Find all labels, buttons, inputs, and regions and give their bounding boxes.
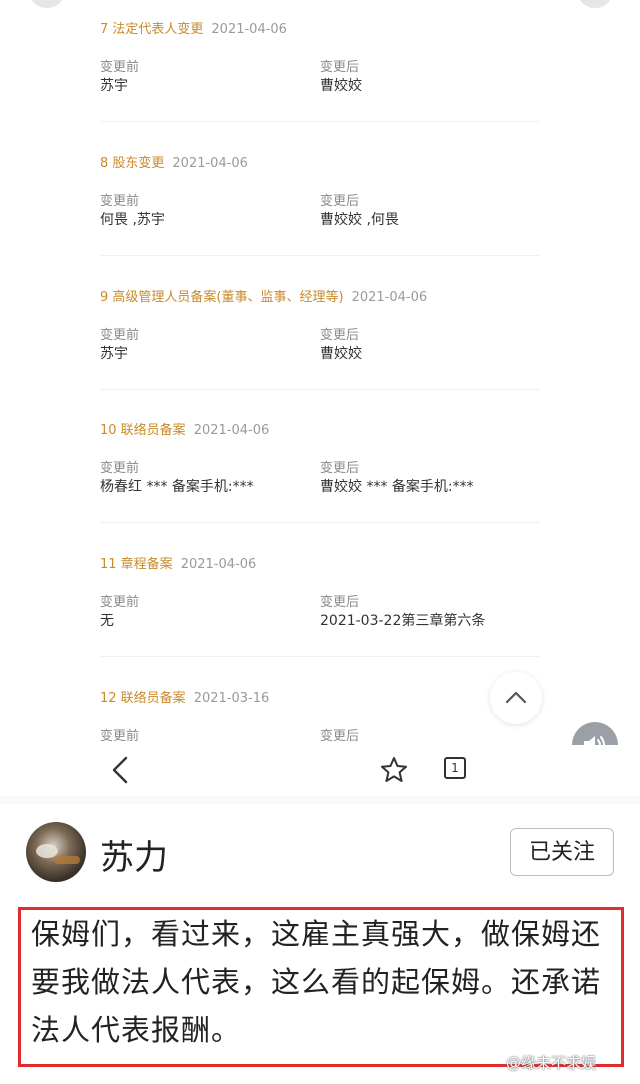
before-value: 苏宇 [100, 78, 128, 94]
before-value: 杨春红 *** 备案手机:*** [100, 479, 254, 495]
after-label: 变更后 [320, 595, 360, 610]
before-label: 变更前 [100, 595, 140, 610]
before-value: 何畏 ,苏宇 [100, 212, 165, 228]
record-date: 2021-04-06 [193, 423, 270, 438]
after-label: 变更后 [320, 60, 360, 75]
before-label: 变更前 [100, 729, 140, 744]
before-label: 变更前 [100, 461, 140, 476]
tabs-count-button[interactable]: 1 [444, 757, 466, 779]
after-label: 变更后 [320, 328, 360, 343]
username[interactable]: 苏力 [100, 830, 168, 879]
record-title: 12 联络员备案 [100, 691, 186, 706]
back-button[interactable] [108, 753, 134, 787]
record-divider [100, 121, 540, 122]
record-title: 10 联络员备案 [100, 423, 186, 438]
record-divider [100, 255, 540, 256]
record-title: 7 法定代表人变更 [100, 22, 204, 37]
record-title: 8 股东变更 [100, 156, 165, 171]
record-divider [100, 389, 540, 390]
post-highlight-box: 保姆们，看过来，这雇主真强大，做保姆还要我做法人代表，这么看的起保姆。还承诺法人… [18, 907, 624, 1067]
record-date: 2021-04-06 [172, 156, 248, 171]
section-divider [0, 796, 640, 804]
record-divider [100, 522, 540, 523]
record-date: 2021-03-16 [193, 691, 270, 706]
after-label: 变更后 [320, 194, 360, 209]
watermark: @缘未不求娱 [506, 1054, 597, 1072]
after-label: 变更后 [320, 729, 360, 744]
record-date: 2021-04-06 [351, 290, 428, 305]
scroll-to-top-button[interactable] [490, 672, 542, 724]
after-value: 曹姣姣 *** 备案手机:*** [320, 479, 474, 495]
follow-button[interactable]: 已关注 [510, 828, 614, 876]
before-label: 变更前 [100, 194, 140, 209]
before-label: 变更前 [100, 60, 140, 75]
favorite-button[interactable] [380, 756, 408, 784]
bottom-nav-bar [0, 745, 640, 795]
chevron-left-icon [112, 756, 128, 784]
avatar-detail [54, 856, 80, 864]
before-value: 苏宇 [100, 346, 128, 362]
record-title: 11 章程备案 [100, 557, 173, 572]
after-value: 曹姣姣 ,何畏 [320, 212, 399, 228]
star-icon [381, 757, 407, 782]
avatar[interactable] [26, 822, 86, 882]
record-date: 2021-04-06 [211, 22, 287, 37]
after-value: 曹姣姣 [320, 78, 362, 94]
before-label: 变更前 [100, 328, 140, 343]
record-date: 2021-04-06 [180, 557, 257, 572]
record-divider [100, 656, 540, 657]
after-label: 变更后 [320, 461, 360, 476]
top-right-circle-button[interactable] [578, 0, 612, 8]
record-title: 9 高级管理人员备案(董事、监事、经理等) [100, 290, 344, 305]
top-left-circle-button[interactable] [30, 0, 64, 8]
before-value: 无 [100, 613, 114, 629]
after-value: 曹姣姣 [320, 346, 362, 362]
after-value: 2021-03-22第三章第六条 [320, 613, 486, 629]
chevron-up-icon [505, 691, 527, 704]
post-text: 保姆们，看过来，这雇主真强大，做保姆还要我做法人代表，这么看的起保姆。还承诺法人… [31, 917, 602, 1047]
